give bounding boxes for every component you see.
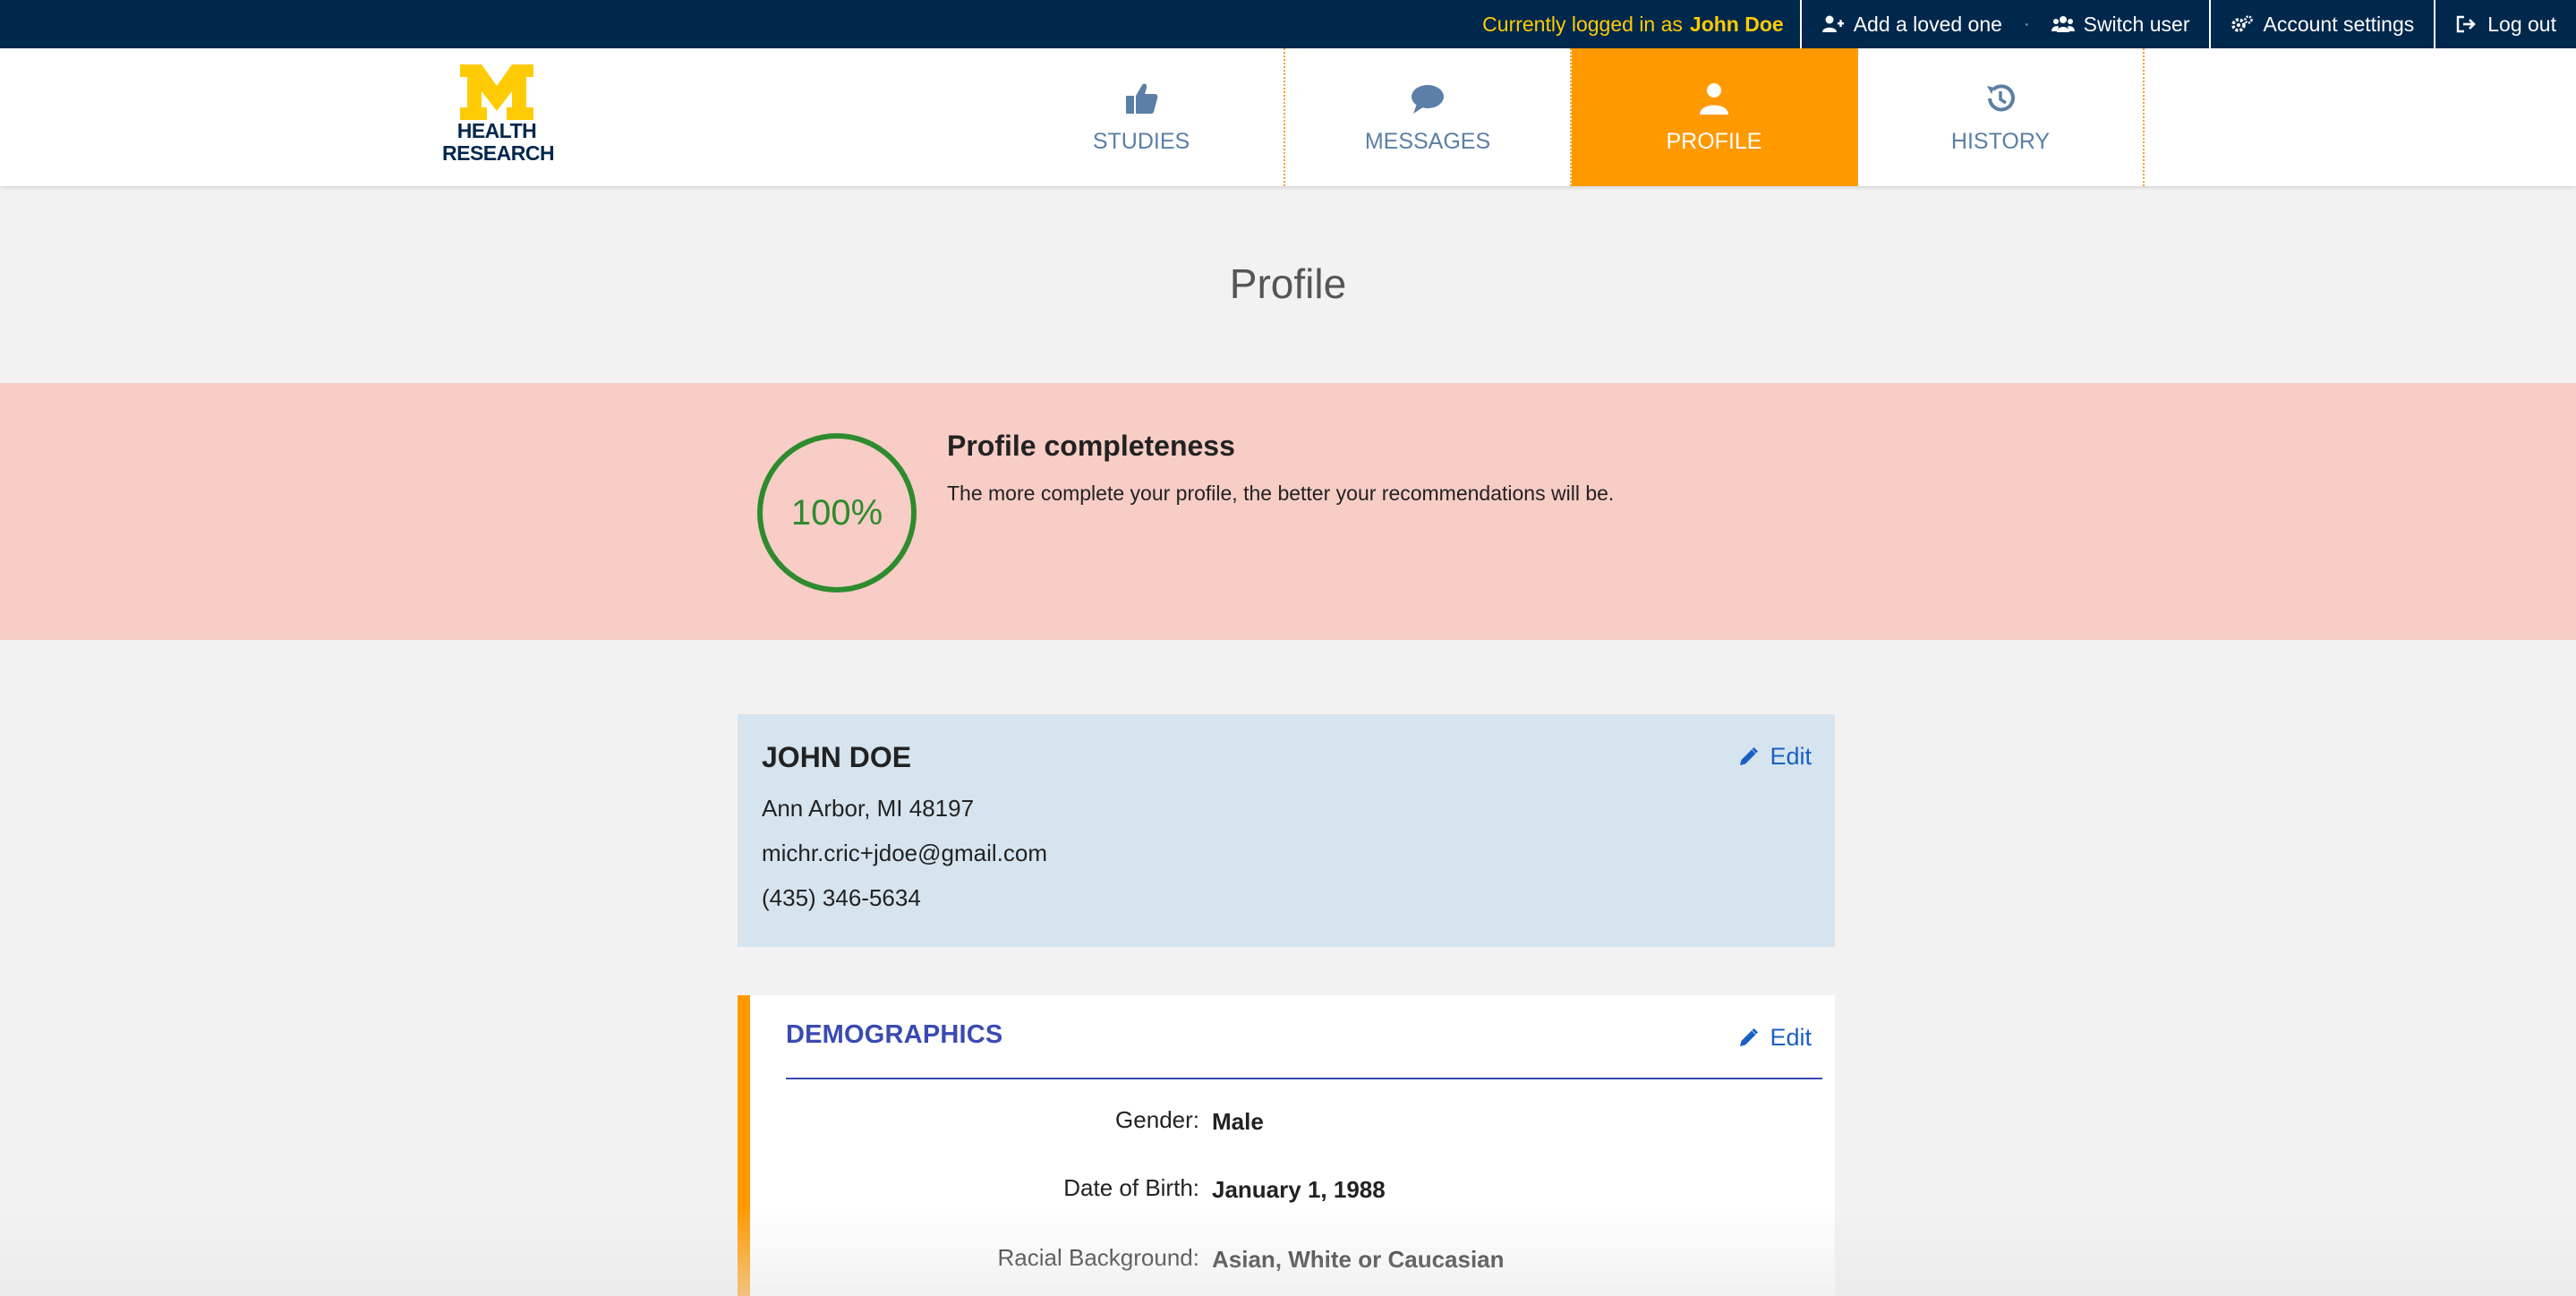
thumbs-up-icon [1126, 83, 1158, 114]
login-user: John Doe [1689, 12, 1784, 36]
health-research-logo[interactable]: HEALTH RESEARCH [442, 64, 555, 170]
edit-identity-label: Edit [1770, 743, 1812, 770]
field-label: Racial Background: [997, 1244, 1199, 1271]
tab-profile-label: PROFILE [1666, 128, 1762, 154]
tab-messages[interactable]: MESSAGES [1285, 48, 1572, 186]
sign-out-icon [2457, 15, 2477, 33]
field-value: January 1, 1988 [1212, 1176, 1386, 1203]
top-utility-bar: Currently logged in as John Doe Add a lo… [0, 0, 2576, 48]
edit-demographics-label: Edit [1770, 1024, 1812, 1051]
completeness-description: The more complete your profile, the bett… [947, 482, 1615, 505]
logo-line-2: RESEARCH [442, 141, 555, 165]
demographics-title: DEMOGRAPHICS [786, 1020, 1003, 1049]
main-nav: STUDIES MESSAGES PROFILE HISTORY [999, 48, 2145, 186]
history-icon [1987, 83, 2015, 111]
separator-dot: · [2023, 13, 2030, 34]
profile-email: michr.cric+jdoe@gmail.com [762, 840, 1047, 866]
field-label: Date of Birth: [1063, 1174, 1199, 1201]
profile-name: JOHN DOE [762, 741, 912, 773]
add-user-icon [1821, 15, 1844, 32]
field-value: Asian, White or Caucasian [1212, 1246, 1505, 1273]
logo-line-1: HEALTH [456, 119, 537, 142]
demographics-divider [786, 1078, 1822, 1079]
page-title: Profile [1229, 260, 1347, 307]
block-m-logo-icon [460, 64, 533, 120]
tab-history[interactable]: HISTORY [1858, 48, 2145, 186]
account-settings-link[interactable]: Account settings [2209, 0, 2434, 48]
user-icon [1700, 82, 1728, 115]
tab-history-label: HISTORY [1950, 128, 2051, 154]
tab-messages-label: MESSAGES [1364, 128, 1491, 154]
pencil-icon [1740, 1027, 1759, 1046]
users-icon [2051, 16, 2075, 32]
gears-icon [2231, 15, 2254, 32]
completeness-percent: 100% [790, 492, 883, 533]
demographics-card: DEMOGRAPHICS Edit Gender: Male Date of B… [738, 995, 1835, 1296]
demographics-row-gender: Gender: Male [786, 1106, 1822, 1142]
switch-user-label: Switch user [2083, 12, 2190, 36]
tab-studies-label: STUDIES [1092, 128, 1190, 154]
site-header: HEALTH RESEARCH STUDIES MESSAGES PROFILE [0, 48, 2576, 186]
speech-bubble-icon [1412, 84, 1444, 114]
edit-demographics-button[interactable]: Edit [1737, 1024, 1812, 1052]
log-out-link[interactable]: Log out [2434, 0, 2576, 48]
add-loved-one-link[interactable]: Add a loved one [1799, 0, 2022, 48]
demographics-row-dob: Date of Birth: January 1, 1988 [786, 1174, 1822, 1210]
completeness-heading: Profile completeness [947, 430, 1235, 462]
profile-location: Ann Arbor, MI 48197 [762, 795, 975, 822]
edit-identity-button[interactable]: Edit [1737, 743, 1812, 771]
field-label: Gender: [1115, 1106, 1199, 1133]
identity-card: JOHN DOE Ann Arbor, MI 48197 michr.cric+… [738, 714, 1835, 947]
tab-studies[interactable]: STUDIES [999, 48, 1285, 186]
tab-profile[interactable]: PROFILE [1572, 48, 1858, 186]
add-loved-one-label: Add a loved one [1853, 12, 2002, 36]
demographics-row-race: Racial Background: Asian, White or Cauca… [786, 1244, 1822, 1280]
profile-phone: (435) 346-5634 [762, 884, 921, 911]
profile-completeness-banner: 100% Profile completeness The more compl… [0, 383, 2576, 640]
pencil-icon [1740, 746, 1759, 765]
account-settings-label: Account settings [2263, 12, 2415, 36]
field-value: Male [1212, 1108, 1264, 1135]
switch-user-link[interactable]: Switch user [2032, 0, 2210, 48]
log-out-label: Log out [2487, 12, 2556, 36]
login-status: Currently logged in as John Doe [1466, 0, 1800, 48]
login-prefix: Currently logged in as [1482, 12, 1683, 36]
